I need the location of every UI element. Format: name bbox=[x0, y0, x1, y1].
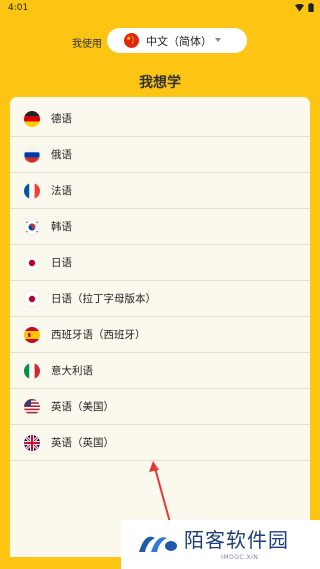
language-item-japanese-latin[interactable]: 日语（拉丁字母版本） bbox=[10, 281, 310, 317]
watermark-subtitle: IMOOC.XIN bbox=[221, 554, 259, 561]
flag-spain-icon bbox=[24, 326, 40, 343]
language-item-korean[interactable]: 韩语 bbox=[10, 209, 310, 245]
battery-icon bbox=[308, 3, 314, 12]
language-label: 韩语 bbox=[51, 221, 72, 233]
chevron-down-icon bbox=[215, 38, 221, 42]
status-time: 4:01 bbox=[8, 3, 29, 13]
native-language-label: 我使用 bbox=[72, 39, 102, 50]
flag-germany-icon bbox=[24, 110, 40, 127]
language-item-french[interactable]: 法语 bbox=[10, 173, 310, 209]
language-label: 德语 bbox=[51, 113, 72, 125]
native-language-row: 我使用 中文（简体） bbox=[0, 27, 320, 55]
language-item-english-us[interactable]: 英语（美国） bbox=[10, 389, 310, 425]
language-item-japanese[interactable]: 日语 bbox=[10, 245, 310, 281]
language-item-german[interactable]: 德语 bbox=[10, 101, 310, 137]
native-language-value: 中文（简体） bbox=[146, 34, 212, 48]
flag-china-icon bbox=[124, 33, 139, 48]
flag-japan-icon bbox=[24, 254, 40, 271]
wifi-icon bbox=[295, 3, 304, 12]
language-label: 意大利语 bbox=[51, 365, 93, 377]
language-item-english-uk[interactable]: 英语（英国） bbox=[10, 425, 310, 461]
language-label: 西班牙语（西班牙） bbox=[51, 329, 146, 341]
language-item-russian[interactable]: 俄语 bbox=[10, 137, 310, 173]
language-list: 德语 俄语 法语 韩语 日语 日语（拉丁字母版本） 西班牙语（西班牙） 意大利语… bbox=[10, 101, 310, 461]
status-bar: 4:01 bbox=[0, 0, 320, 16]
flag-russia-icon bbox=[24, 146, 40, 163]
language-label: 法语 bbox=[51, 185, 72, 197]
section-title: 我想学 bbox=[139, 75, 181, 91]
flag-italy-icon bbox=[24, 362, 40, 379]
language-label: 英语（美国） bbox=[51, 401, 114, 413]
language-label: 俄语 bbox=[51, 149, 72, 161]
flag-france-icon bbox=[24, 182, 40, 199]
watermark: 陌客软件园 IMOOC.XIN bbox=[121, 520, 320, 569]
language-item-italian[interactable]: 意大利语 bbox=[10, 353, 310, 389]
status-icons bbox=[295, 3, 314, 12]
flag-usa-icon bbox=[24, 398, 40, 415]
watermark-logo-icon bbox=[139, 536, 177, 552]
native-language-select[interactable]: 中文（简体） bbox=[107, 28, 247, 53]
flag-korea-icon bbox=[24, 218, 40, 235]
flag-japan-icon bbox=[24, 290, 40, 307]
language-label: 日语（拉丁字母版本） bbox=[51, 293, 156, 305]
flag-uk-icon bbox=[24, 434, 40, 451]
language-label: 日语 bbox=[51, 257, 72, 269]
language-item-spanish[interactable]: 西班牙语（西班牙） bbox=[10, 317, 310, 353]
language-label: 英语（英国） bbox=[51, 437, 114, 449]
watermark-title: 陌客软件园 bbox=[184, 528, 289, 552]
